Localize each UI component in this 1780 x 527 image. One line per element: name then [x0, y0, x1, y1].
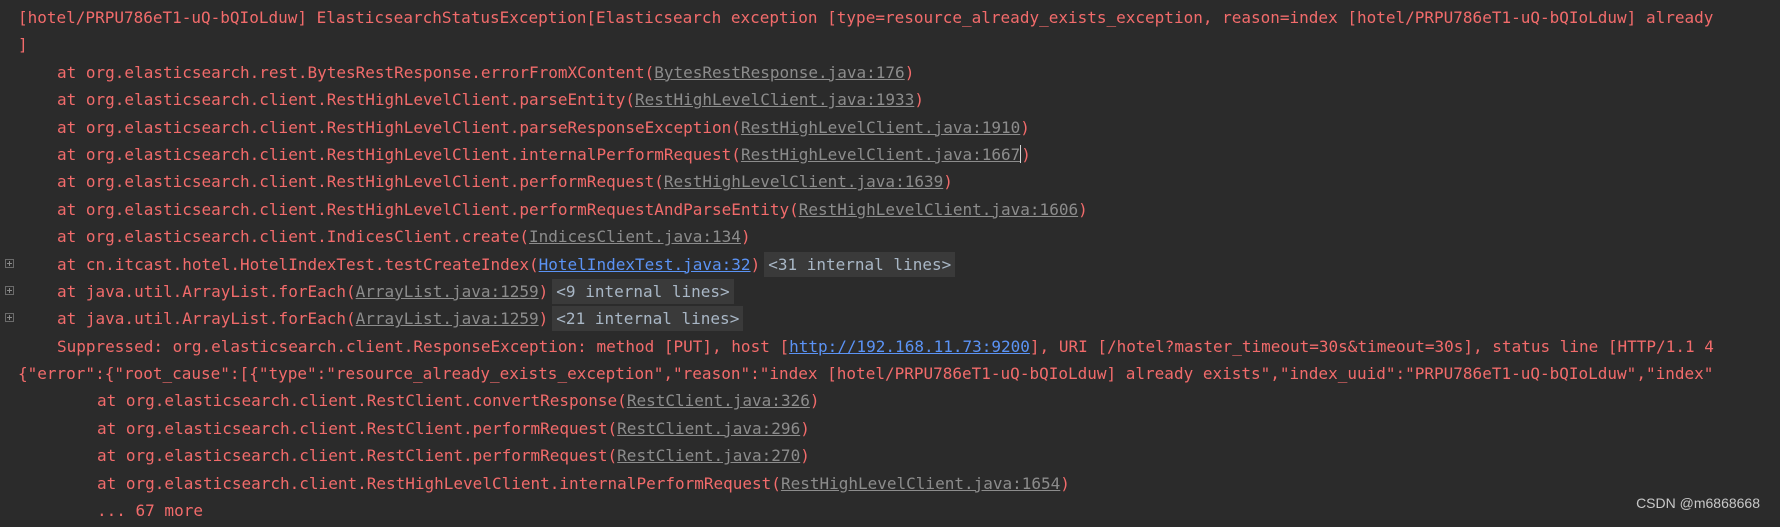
source-link[interactable]: RestClient.java:270 — [617, 446, 800, 465]
frame-suffix: ) — [914, 90, 924, 110]
stack-frame: at org.elasticsearch.rest.BytesRestRespo… — [0, 59, 1780, 86]
frame-method: at org.elasticsearch.client.RestHighLeve… — [57, 144, 741, 164]
folded-internal-lines[interactable]: <21 internal lines> — [552, 306, 744, 332]
frame-suffix: ) — [809, 391, 820, 411]
frame-method: at org.elasticsearch.client.RestClient.p… — [97, 418, 618, 438]
suppressed-message: Suppressed: org.elasticsearch.client.Res… — [57, 336, 790, 356]
source-link[interactable]: ArrayList.java:1259 — [356, 282, 539, 301]
json-response-line: {"error":{"root_cause":[{"type":"resourc… — [0, 360, 1780, 387]
exception-header-close: ] — [0, 31, 1780, 58]
exception-message: [hotel/PRPU786eT1-uQ-bQIoLduw] Elasticse… — [18, 8, 1714, 27]
stack-frame: at cn.itcast.hotel.HotelIndexTest.testCr… — [0, 251, 1780, 278]
frame-method: at org.elasticsearch.client.RestClient.c… — [97, 391, 627, 411]
source-link[interactable]: BytesRestResponse.java:176 — [654, 63, 904, 82]
expand-plus-icon[interactable] — [5, 258, 14, 268]
frame-method: at cn.itcast.hotel.HotelIndexTest.testCr… — [57, 254, 539, 274]
watermark: CSDN @m6868668 — [1636, 494, 1760, 511]
stack-frame: at org.elasticsearch.client.RestHighLeve… — [0, 86, 1780, 113]
stack-frame: at java.util.ArrayList.forEach(ArrayList… — [0, 305, 1780, 332]
frame-suffix: ) — [800, 418, 810, 438]
stack-frame: at org.elasticsearch.client.IndicesClien… — [0, 223, 1780, 250]
stack-frame: at org.elasticsearch.client.RestHighLeve… — [0, 196, 1780, 223]
source-link[interactable]: RestHighLevelClient.java:1639 — [664, 172, 943, 191]
frame-method: at org.elasticsearch.rest.BytesRestRespo… — [57, 62, 655, 82]
stack-frame: at org.elasticsearch.client.RestClient.p… — [0, 442, 1780, 469]
suppressed-line: Suppressed: org.elasticsearch.client.Res… — [0, 333, 1780, 360]
frame-method: at org.elasticsearch.client.RestHighLeve… — [57, 199, 799, 219]
source-link[interactable]: RestClient.java:296 — [617, 419, 800, 438]
frame-suffix: ) — [538, 281, 549, 301]
source-link[interactable]: RestHighLevelClient.java:1933 — [635, 90, 914, 109]
host-url-link[interactable]: http://192.168.11.73:9200 — [789, 337, 1030, 356]
frame-suffix: ) — [1021, 144, 1031, 164]
frame-suffix: ) — [1060, 473, 1070, 493]
source-link[interactable]: RestHighLevelClient.java:1910 — [741, 118, 1020, 137]
frame-method: at org.elasticsearch.client.RestHighLeve… — [57, 90, 635, 110]
source-link[interactable]: RestClient.java:326 — [627, 391, 810, 410]
stack-frame: at org.elasticsearch.client.RestClient.c… — [0, 387, 1780, 414]
folded-internal-lines[interactable]: <31 internal lines> — [764, 251, 956, 277]
source-link[interactable]: IndicesClient.java:134 — [529, 227, 741, 246]
exception-header-line: [hotel/PRPU786eT1-uQ-bQIoLduw] Elasticse… — [0, 4, 1780, 31]
stack-frame: at org.elasticsearch.client.RestHighLeve… — [0, 168, 1780, 195]
frame-suffix: ) — [538, 309, 549, 329]
stack-frame: at org.elasticsearch.client.RestClient.p… — [0, 415, 1780, 442]
stack-frame: at java.util.ArrayList.forEach(ArrayList… — [0, 278, 1780, 305]
frame-method: at org.elasticsearch.client.RestClient.p… — [97, 446, 618, 466]
json-response: {"error":{"root_cause":[{"type":"resourc… — [18, 364, 1714, 384]
frame-method: at org.elasticsearch.client.IndicesClien… — [57, 227, 530, 247]
more-frames-count: ... 67 more — [97, 501, 203, 521]
frame-suffix: ) — [800, 446, 810, 466]
exception-close-bracket: ] — [18, 35, 28, 55]
frame-suffix: ) — [1020, 117, 1030, 137]
stack-frame: at org.elasticsearch.client.RestHighLeve… — [0, 470, 1780, 497]
frame-suffix: ) — [740, 227, 751, 247]
frame-method: at java.util.ArrayList.forEach( — [57, 281, 356, 301]
more-frames-line: ... 67 more — [0, 497, 1780, 524]
console-output: [hotel/PRPU786eT1-uQ-bQIoLduw] Elasticse… — [0, 0, 1780, 527]
frame-suffix: ) — [943, 172, 953, 192]
source-link[interactable]: RestHighLevelClient.java:1606 — [799, 200, 1078, 219]
frame-method: at org.elasticsearch.client.RestHighLeve… — [57, 117, 741, 137]
frame-suffix: ) — [904, 62, 915, 82]
frame-suffix: ) — [750, 254, 761, 274]
source-link[interactable]: RestHighLevelClient.java:1667 — [741, 145, 1020, 164]
stack-frame: at org.elasticsearch.client.RestHighLeve… — [0, 114, 1780, 141]
source-link[interactable]: RestHighLevelClient.java:1654 — [781, 474, 1060, 493]
suppressed-suffix: ], URI [/hotel?master_timeout=30s&timeou… — [1029, 336, 1714, 356]
folded-internal-lines[interactable]: <9 internal lines> — [552, 278, 734, 304]
expand-plus-icon[interactable] — [5, 285, 14, 295]
frame-method: at org.elasticsearch.client.RestHighLeve… — [57, 172, 664, 192]
frame-method: at java.util.ArrayList.forEach( — [57, 309, 356, 329]
source-link[interactable]: ArrayList.java:1259 — [356, 309, 539, 328]
stack-frame: at org.elasticsearch.client.RestHighLeve… — [0, 141, 1780, 168]
frame-suffix: ) — [1078, 199, 1088, 219]
expand-plus-icon[interactable] — [5, 313, 14, 323]
frame-method: at org.elasticsearch.client.RestHighLeve… — [97, 473, 781, 493]
source-link[interactable]: HotelIndexTest.java:32 — [539, 255, 751, 274]
